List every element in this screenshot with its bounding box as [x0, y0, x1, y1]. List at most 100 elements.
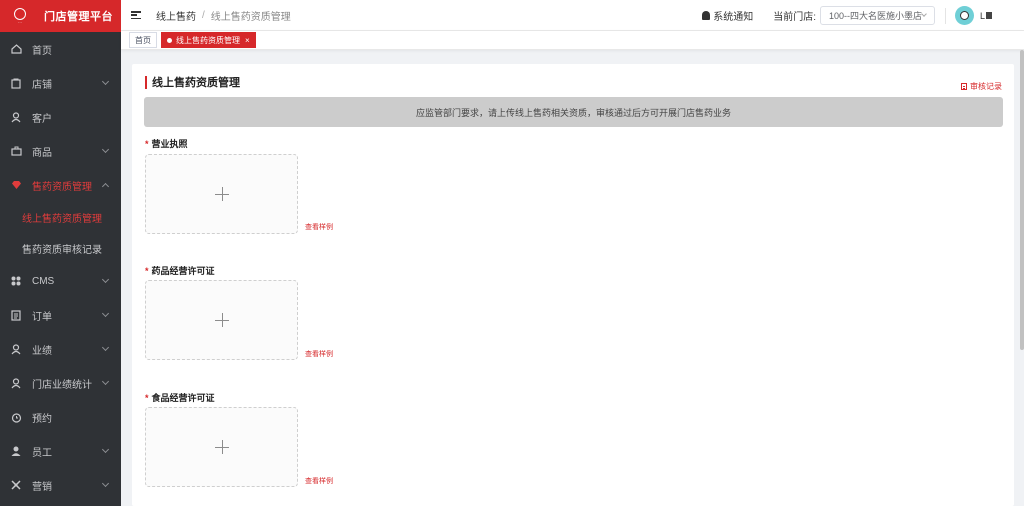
breadcrumb-current: 线上售药资质管理 — [210, 11, 291, 23]
close-icon[interactable]: × — [245, 36, 250, 45]
logo-bar: ··· 门店管理平台 — [0, 0, 121, 32]
performance-icon — [10, 343, 22, 355]
sidebar-item-cms[interactable]: CMS — [0, 264, 121, 298]
system-notice-button[interactable]: 系统通知 — [702, 8, 753, 23]
sidebar-item-label: 店铺 — [32, 79, 52, 91]
document-icon — [961, 83, 967, 90]
sidebar-item-marketing[interactable]: 营销 — [0, 468, 121, 502]
sidebar-subitem-qualification-audit-records[interactable]: 售药资质审核记录 — [0, 233, 121, 264]
bell-icon — [702, 11, 711, 20]
chevron-down-icon — [101, 479, 110, 488]
drug-license-upload[interactable] — [145, 280, 298, 360]
chevron-down-icon — [101, 343, 110, 352]
staff-icon — [10, 445, 22, 457]
top-header: 线上售药 / 线上售药资质管理 系统通知 当前门店: 100--四大名医施小墨店… — [121, 0, 1024, 31]
tab-home[interactable]: 首页 — [129, 32, 157, 48]
sidebar-item-label: 客户 — [32, 113, 52, 125]
alarm-icon — [10, 411, 22, 423]
chevron-down-icon — [101, 145, 110, 154]
sidebar-item-label: 售药资质管理 — [32, 181, 92, 193]
sidebar-item-label: 员工 — [32, 447, 52, 459]
chevron-down-icon — [101, 77, 110, 86]
audit-records-link[interactable]: 审核记录 — [961, 81, 1002, 92]
sidebar-item-label: 首页 — [32, 45, 52, 57]
header-actions: 系统通知 当前门店: 100--四大名医施小墨店 L — [702, 0, 1024, 31]
sidebar-item-label: 营销 — [32, 481, 52, 493]
stats-icon — [10, 377, 22, 389]
page-scrollbar[interactable] — [1020, 50, 1024, 350]
view-sample-link[interactable]: 查看样例 — [305, 222, 333, 232]
food-license-label: * 食品经营许可证 — [145, 391, 215, 404]
grid-icon — [10, 275, 22, 287]
sidebar-item-appointment[interactable]: 预约 — [0, 400, 121, 434]
food-license-upload[interactable] — [145, 407, 298, 487]
sidebar-item-goods[interactable]: 商品 — [0, 134, 121, 168]
field-label-text: 营业执照 — [151, 139, 188, 149]
breadcrumb-item[interactable]: 线上售药 — [156, 8, 196, 23]
tab-label: 首页 — [135, 35, 151, 45]
tab-label: 线上售药资质管理 — [176, 35, 240, 45]
goods-icon — [10, 145, 22, 157]
breadcrumb-separator: / — [202, 9, 205, 21]
home-icon — [10, 43, 22, 55]
brand-logo: ··· — [6, 4, 34, 28]
notice-banner-text: 应监管部门要求，请上传线上售药相关资质，审核通过后方可开展门店售药业务 — [415, 107, 731, 118]
sidebar-item-staff[interactable]: 员工 — [0, 434, 121, 468]
sidebar-item-label: CMS — [32, 275, 55, 287]
business-license-upload[interactable] — [145, 154, 298, 234]
app-title: 门店管理平台 — [44, 11, 113, 23]
required-mark: * — [145, 393, 149, 403]
required-mark: * — [145, 139, 149, 149]
audit-records-label: 审核记录 — [970, 82, 1002, 91]
username-mask — [986, 12, 992, 19]
sidebar-item-label: 业绩 — [32, 345, 52, 357]
sidebar-menu: 首页 店铺 客户 商品 售药资质管理 线上售药资质管理 售药资质审核记录 CMS… — [0, 32, 121, 502]
sidebar-item-store-stats[interactable]: 门店业绩统计 — [0, 366, 121, 400]
sidebar-item-store[interactable]: 店铺 — [0, 66, 121, 100]
sidebar-item-label: 订单 — [32, 311, 52, 323]
store-select[interactable]: 100--四大名医施小墨店 — [819, 6, 935, 25]
order-icon — [10, 309, 22, 321]
drug-license-label: * 药品经营许可证 — [145, 264, 215, 277]
sidebar-item-performance[interactable]: 业绩 — [0, 332, 121, 366]
sidebar-item-home[interactable]: 首页 — [0, 32, 121, 66]
sidebar-item-label: 门店业绩统计 — [32, 379, 92, 391]
field-label-text: 食品经营许可证 — [151, 393, 215, 403]
chevron-down-icon — [101, 445, 110, 454]
chevron-down-icon — [101, 377, 110, 386]
field-label-text: 药品经营许可证 — [151, 266, 215, 276]
sidebar-subitem-online-drug-qualification[interactable]: 线上售药资质管理 — [0, 202, 121, 233]
store-select-value: 100--四大名医施小墨店 — [828, 11, 922, 21]
sidebar-item-customer[interactable]: 客户 — [0, 100, 121, 134]
avatar[interactable] — [954, 6, 974, 25]
tab-online-drug-qualification[interactable]: 线上售药资质管理 × — [161, 32, 256, 48]
chevron-down-icon — [921, 11, 927, 17]
chevron-down-icon — [101, 309, 110, 318]
menu-toggle-icon[interactable] — [131, 11, 141, 19]
divider — [944, 7, 946, 24]
sidebar: ··· 门店管理平台 首页 店铺 客户 商品 售药资质管理 线上售药资质管理 售… — [0, 0, 121, 506]
sidebar-item-label: 商品 — [32, 147, 52, 159]
tabs-bar: 首页 线上售药资质管理 × — [121, 31, 1024, 50]
active-dot-icon — [167, 37, 172, 43]
current-store-label: 当前门店: — [773, 12, 816, 23]
sidebar-item-drug-qualification[interactable]: 售药资质管理 — [0, 168, 121, 202]
notice-banner: 应监管部门要求，请上传线上售药相关资质，审核通过后方可开展门店售药业务 — [144, 97, 1003, 127]
chevron-down-icon — [101, 275, 110, 284]
main-card: 线上售药资质管理 审核记录 应监管部门要求，请上传线上售药相关资质，审核通过后方… — [132, 64, 1014, 506]
sidebar-item-label: 预约 — [32, 413, 52, 425]
sidebar-subitem-label: 售药资质审核记录 — [22, 245, 102, 256]
required-mark: * — [145, 266, 149, 276]
username[interactable]: L — [980, 11, 992, 21]
view-sample-link[interactable]: 查看样例 — [305, 349, 333, 359]
view-sample-link[interactable]: 查看样例 — [305, 476, 333, 486]
business-license-label: * 营业执照 — [145, 137, 188, 150]
gem-icon — [10, 179, 22, 191]
user-icon — [10, 111, 22, 123]
sidebar-item-order[interactable]: 订单 — [0, 298, 121, 332]
page-title: 线上售药资质管理 — [145, 75, 240, 89]
sidebar-subitem-label: 线上售药资质管理 — [22, 214, 102, 225]
page-title-text: 线上售药资质管理 — [152, 77, 240, 89]
username-text: L — [979, 10, 985, 21]
marketing-icon — [10, 479, 22, 491]
